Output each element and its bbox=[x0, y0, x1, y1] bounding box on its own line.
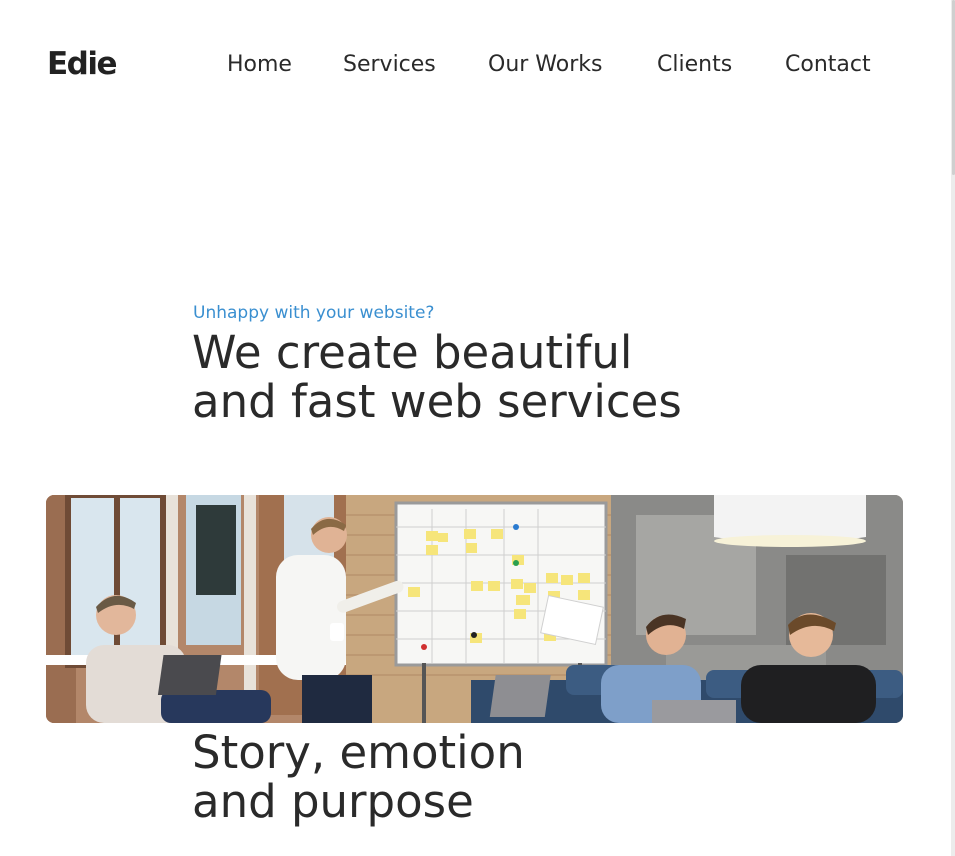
nav-clients-link[interactable]: Clients bbox=[657, 48, 732, 82]
nav-home-link[interactable]: Home bbox=[227, 48, 292, 82]
story-title: Story, emotion and purpose bbox=[192, 728, 525, 826]
nav-services-link[interactable]: Services bbox=[343, 48, 436, 82]
hero-kicker: Unhappy with your website? bbox=[193, 303, 435, 323]
team-meeting-illustration bbox=[46, 495, 903, 723]
page: Edie Home Services Our Works Clients Con… bbox=[0, 0, 955, 856]
hero-title-line-1: We create beautiful bbox=[192, 326, 633, 379]
nav-contact-link[interactable]: Contact bbox=[785, 48, 871, 82]
story-title-line-1: Story, emotion bbox=[192, 726, 525, 779]
story-title-line-2: and purpose bbox=[192, 775, 474, 828]
team-meeting-photo bbox=[46, 495, 903, 723]
hero-title-line-2: and fast web services bbox=[192, 375, 682, 428]
main-nav: Home Services Our Works Clients Contact bbox=[0, 48, 955, 82]
hero-title: We create beautiful and fast web service… bbox=[192, 328, 682, 426]
nav-our-works-link[interactable]: Our Works bbox=[488, 48, 602, 82]
